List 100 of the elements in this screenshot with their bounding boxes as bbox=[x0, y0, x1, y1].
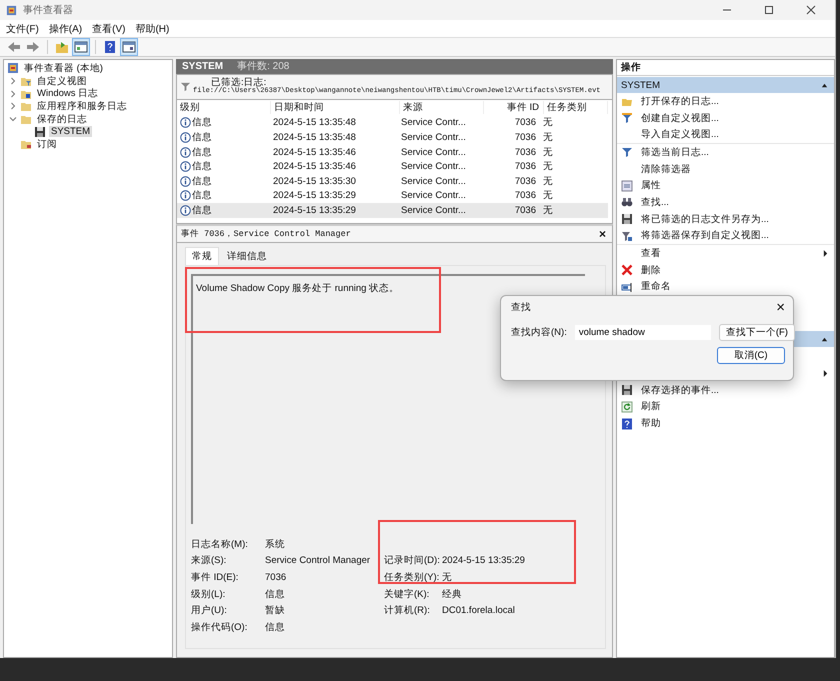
action-item[interactable]: 将筛选器保存到自定义视图... bbox=[641, 229, 769, 242]
action-item[interactable]: 查找... bbox=[641, 196, 669, 209]
table-cell-text: 7036 bbox=[514, 161, 537, 172]
table-cell-text: 7036 bbox=[514, 117, 537, 128]
field-label: 来源(S): bbox=[191, 554, 228, 568]
rename-icon bbox=[621, 280, 633, 293]
chevron-icon[interactable] bbox=[9, 90, 17, 98]
column-header[interactable]: 级别 bbox=[177, 101, 271, 114]
table-cell: 信息 bbox=[192, 204, 212, 218]
folder-icon[interactable] bbox=[54, 39, 70, 55]
chevron-icon[interactable] bbox=[9, 102, 17, 110]
binoculars-icon bbox=[621, 196, 633, 208]
close-button[interactable]: × bbox=[776, 298, 785, 316]
panel-icon[interactable] bbox=[121, 39, 137, 55]
action-item[interactable]: 刷新 bbox=[641, 400, 661, 414]
table-row[interactable]: 信息 2024-5-15 13:35:48 Service Contr... 7036 无 bbox=[177, 116, 608, 130]
panel-icon[interactable] bbox=[73, 39, 89, 55]
table-cell-text: 2024-5-15 13:35:29 bbox=[272, 190, 357, 202]
chevron-icon[interactable] bbox=[9, 77, 17, 86]
folder-icon bbox=[20, 113, 32, 126]
info-icon bbox=[180, 161, 191, 172]
menu-item[interactable]: 操作(A) bbox=[48, 22, 82, 36]
table-cell-text: Service Contr... bbox=[400, 132, 467, 144]
forward-arrow-icon[interactable] bbox=[25, 39, 41, 55]
find-next-button[interactable]: 查找下一个(F) bbox=[718, 324, 795, 341]
field-value: DC01.forela.local bbox=[442, 605, 515, 616]
action-item[interactable]: 创建自定义视图... bbox=[641, 112, 719, 125]
tree-item[interactable]: 自定义视图 bbox=[35, 74, 89, 88]
table-row[interactable]: 信息 2024-5-15 13:35:46 Service Contr... 7036 无 bbox=[177, 144, 608, 160]
column-header[interactable]: 来源 bbox=[400, 101, 484, 114]
table-row[interactable]: 信息 2024-5-15 13:35:46 Service Contr... 7036 无 bbox=[177, 159, 608, 174]
filter-icon bbox=[621, 146, 633, 158]
tree-item[interactable]: Windows 日志 bbox=[35, 87, 100, 100]
action-item[interactable]: 导入自定义视图... bbox=[641, 128, 719, 142]
field-label: 用户(U): bbox=[191, 604, 228, 618]
action-item[interactable]: 删除 bbox=[641, 264, 661, 277]
table-cell-text: Service Contr... bbox=[400, 176, 467, 187]
tab[interactable]: 常规 bbox=[185, 246, 219, 265]
column-header[interactable]: 任务类别 bbox=[544, 101, 608, 114]
table-cell: 信息 bbox=[192, 131, 212, 144]
column-header[interactable]: 事件 ID bbox=[484, 101, 544, 114]
help-icon[interactable] bbox=[102, 39, 118, 55]
back-arrow-icon[interactable] bbox=[6, 39, 22, 55]
close-button[interactable]: × bbox=[598, 227, 606, 242]
table-row[interactable]: 信息 2024-5-15 13:35:29 Service Contr... 7036 无 bbox=[177, 188, 608, 204]
field-value: 7036 bbox=[265, 572, 286, 584]
table-row[interactable]: 信息 2024-5-15 13:35:30 Service Contr... 7036 无 bbox=[177, 174, 608, 189]
table-cell: 信息 bbox=[192, 146, 212, 159]
field-label: 任务类别(Y): bbox=[384, 571, 440, 584]
table-cell-text: 2024-5-15 13:35:29 bbox=[272, 205, 357, 216]
action-item[interactable]: 查看 bbox=[641, 247, 661, 260]
table-cell-text: 无 bbox=[542, 160, 554, 174]
field-value: 系统 bbox=[265, 538, 285, 551]
filter-icon bbox=[180, 81, 191, 92]
table-row[interactable]: 信息 2024-5-15 13:35:29 Service Contr... 7036 无 bbox=[177, 203, 608, 218]
table-cell-text: 无 bbox=[542, 174, 554, 188]
info-icon bbox=[180, 146, 191, 158]
dialog-title: 查找 bbox=[511, 300, 531, 314]
tree-item[interactable]: SYSTEM bbox=[49, 126, 92, 138]
field-value: 信息 bbox=[265, 588, 285, 601]
column-header[interactable]: 日期和时间 bbox=[271, 101, 400, 114]
search-field[interactable]: volume shadow bbox=[574, 325, 711, 340]
folder-icon bbox=[20, 100, 32, 112]
tab[interactable]: 详细信息 bbox=[221, 248, 273, 265]
table-cell-text: 2024-5-15 13:35:46 bbox=[272, 161, 357, 172]
properties-icon bbox=[621, 180, 633, 192]
action-item[interactable]: 打开保存的日志... bbox=[641, 94, 719, 108]
action-item[interactable]: 保存选择的事件... bbox=[641, 384, 719, 397]
table-cell: 信息 bbox=[192, 160, 212, 174]
chevron-icon[interactable] bbox=[9, 115, 17, 124]
tree-item[interactable]: 保存的日志 bbox=[35, 112, 89, 126]
table-cell-text: 无 bbox=[542, 189, 554, 202]
action-item[interactable]: 重命名 bbox=[641, 280, 671, 294]
tree-item[interactable]: 订阅 bbox=[35, 138, 59, 151]
action-item[interactable]: 筛选当前日志... bbox=[641, 146, 709, 159]
cancel-button[interactable]: 取消(C) bbox=[717, 347, 785, 364]
action-item[interactable]: 属性 bbox=[641, 179, 661, 192]
field-value: 暂缺 bbox=[265, 604, 285, 618]
folder-icon bbox=[20, 75, 32, 88]
table-cell-text: 7036 bbox=[514, 146, 537, 158]
action-item[interactable]: 将已筛选的日志文件另存为... bbox=[641, 212, 769, 226]
tree-item[interactable]: 应用程序和服务日志 bbox=[35, 100, 129, 113]
action-item[interactable]: 清除筛选器 bbox=[641, 162, 691, 176]
field-label: 操作代码(O): bbox=[191, 621, 248, 634]
submenu-arrow-icon bbox=[823, 250, 828, 258]
section-header[interactable]: SYSTEM bbox=[617, 77, 834, 93]
tree-item[interactable]: 事件查看器 (本地) bbox=[22, 62, 105, 75]
submenu-arrow-icon bbox=[823, 370, 828, 378]
table-cell-text: 2024-5-15 13:35:30 bbox=[272, 176, 357, 187]
field-label: 查找内容(N): bbox=[511, 326, 567, 339]
table-cell: 信息 bbox=[192, 174, 212, 188]
menu-item[interactable]: 帮助(H) bbox=[135, 22, 170, 36]
maximize-icon[interactable] bbox=[764, 5, 774, 15]
table-cell-text: 无 bbox=[542, 146, 554, 159]
menu-item[interactable]: 查看(V) bbox=[92, 22, 126, 36]
action-item[interactable]: 帮助 bbox=[641, 417, 661, 430]
actions-title: 操作 bbox=[617, 60, 834, 76]
close-icon[interactable] bbox=[806, 5, 816, 15]
table-row[interactable]: 信息 2024-5-15 13:35:48 Service Contr... 7036 无 bbox=[177, 130, 608, 145]
menu-item[interactable]: 文件(F) bbox=[6, 22, 39, 36]
